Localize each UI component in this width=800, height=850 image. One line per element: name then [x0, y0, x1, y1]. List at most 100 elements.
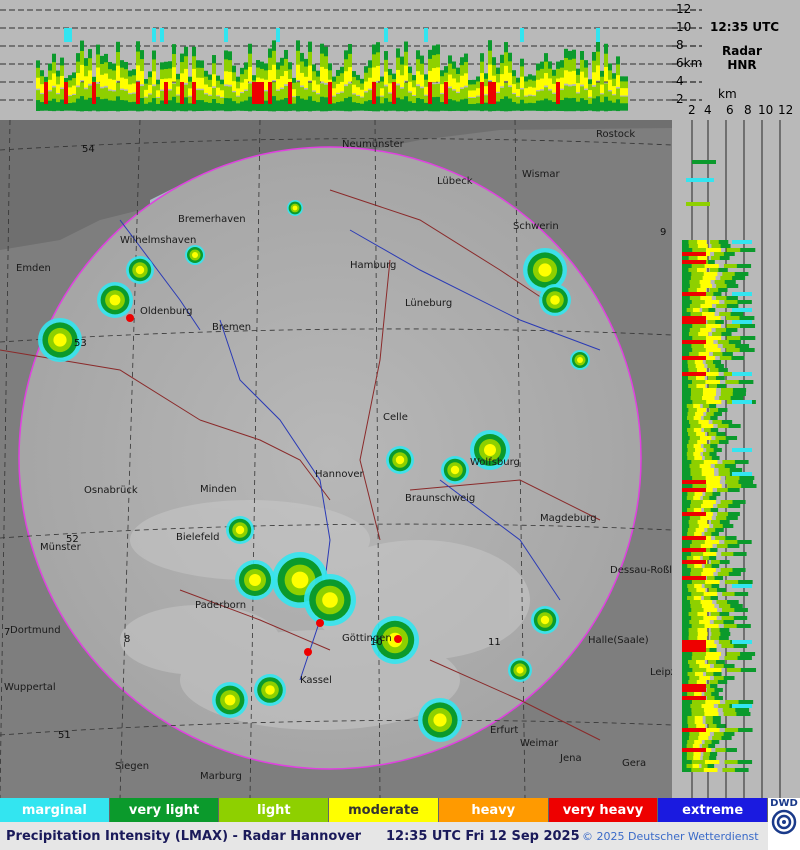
profile-column	[132, 101, 136, 111]
radar-word: Radar	[722, 44, 762, 58]
height-tick: 12	[676, 2, 691, 16]
legend-very-heavy: very heavy	[548, 798, 659, 822]
profile-column	[136, 51, 140, 67]
profile-row	[688, 268, 698, 272]
city-label: Jena	[559, 753, 582, 764]
profile-row	[682, 488, 706, 492]
profile-row	[706, 412, 715, 416]
profile-row	[682, 292, 706, 296]
profile-row	[732, 388, 747, 392]
profile-column	[352, 76, 356, 86]
profile-row	[736, 712, 751, 716]
profile-row	[688, 368, 698, 372]
profile-column	[84, 99, 88, 112]
profile-column	[472, 84, 476, 92]
profile-row	[702, 568, 716, 572]
profile-row	[688, 288, 698, 292]
profile-row	[732, 276, 746, 280]
profile-column	[100, 88, 104, 101]
profile-column	[620, 103, 624, 111]
profile-row	[732, 500, 746, 504]
profile-row	[692, 308, 700, 312]
city-label: Dortmund	[10, 625, 61, 636]
dwd-swirl-icon	[771, 809, 797, 835]
profile-column	[548, 90, 552, 102]
profile-row	[691, 264, 706, 268]
profile-column	[304, 66, 308, 78]
profile-row	[709, 452, 717, 456]
profile-column	[532, 80, 536, 89]
profile-column	[288, 69, 292, 80]
profile-row	[707, 376, 717, 380]
profile-row	[687, 564, 695, 568]
profile-row	[682, 260, 706, 264]
profile-row	[686, 178, 714, 182]
profile-column	[496, 73, 500, 84]
profile-row	[703, 552, 717, 556]
profile-row	[691, 608, 705, 612]
profile-column	[332, 103, 336, 111]
profile-row	[719, 312, 732, 316]
profile-row	[736, 264, 752, 268]
profile-column	[340, 81, 344, 92]
profile-column	[220, 103, 224, 111]
profile-row	[722, 608, 736, 612]
profile-column	[480, 82, 484, 104]
profile-column	[516, 103, 520, 111]
profile-row	[689, 664, 701, 668]
profile-column	[168, 68, 172, 80]
profile-column	[308, 51, 312, 67]
profile-row	[740, 668, 757, 672]
profile-row	[716, 660, 725, 664]
grid-label: 10	[370, 637, 383, 648]
profile-column	[560, 100, 564, 111]
profile-column	[612, 78, 616, 87]
profile-column	[360, 83, 364, 91]
intensity-legend: marginal very light light moderate heavy…	[0, 798, 769, 822]
profile-row	[705, 480, 720, 484]
profile-column	[624, 96, 628, 104]
profile-column	[84, 65, 88, 78]
profile-column	[508, 87, 512, 100]
legend-label: very heavy	[562, 802, 644, 818]
profile-column	[232, 72, 236, 83]
city-label: Wolfsburg	[470, 457, 520, 468]
profile-column	[72, 85, 76, 94]
profile-row	[690, 276, 704, 280]
radar-label: Radar HNR	[722, 44, 762, 72]
profile-row	[703, 416, 711, 420]
profile-column	[420, 74, 424, 87]
profile-column	[452, 68, 456, 80]
profile-column	[236, 96, 240, 105]
profile-row	[689, 436, 702, 440]
profile-column	[324, 97, 328, 112]
profile-column	[588, 103, 592, 111]
city-label: Marburg	[200, 771, 242, 782]
profile-column	[340, 101, 344, 111]
profile-row	[729, 468, 743, 472]
profile-column	[200, 100, 204, 111]
profile-row	[692, 744, 700, 748]
profile-row	[694, 692, 702, 696]
profile-row	[688, 440, 699, 444]
profile-row	[726, 336, 742, 340]
profile-column	[264, 91, 268, 102]
profile-row	[725, 748, 737, 752]
profile-column	[596, 51, 600, 67]
profile-row	[690, 704, 703, 708]
profile-row	[691, 540, 707, 544]
profile-row	[708, 744, 716, 748]
city-label: Bremen	[212, 322, 251, 333]
profile-column	[152, 28, 156, 42]
profile-column	[124, 69, 128, 80]
profile-row	[727, 544, 740, 548]
profile-row	[716, 304, 728, 308]
city-label: Magdeburg	[540, 513, 597, 524]
profile-column	[164, 68, 168, 80]
profile-column	[420, 99, 424, 112]
profile-row	[718, 368, 728, 372]
profile-row	[682, 512, 706, 516]
profile-column	[116, 96, 120, 112]
profile-column	[440, 76, 444, 85]
profile-row	[718, 472, 732, 476]
